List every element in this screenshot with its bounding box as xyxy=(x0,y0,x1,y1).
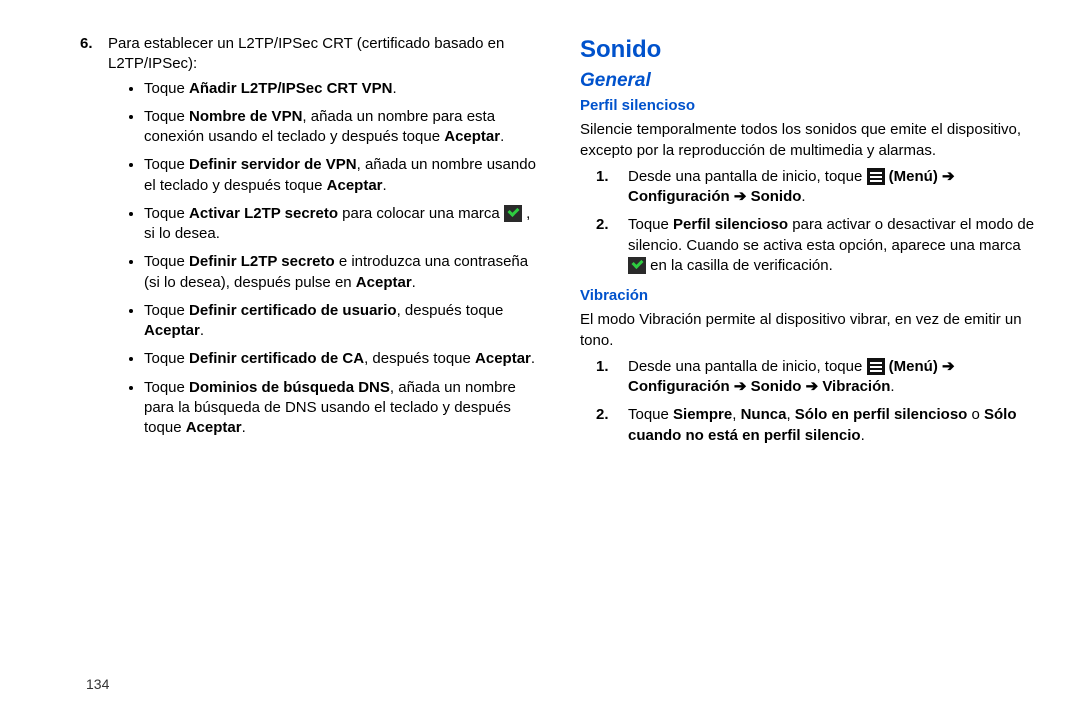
menu-icon xyxy=(867,168,885,185)
arrow-icon: ➔ xyxy=(734,188,747,205)
arrow-icon: ➔ xyxy=(806,378,819,395)
menu-icon xyxy=(867,358,885,375)
step-6: 6. Para establecer un L2TP/IPSec CRT (ce… xyxy=(80,34,540,446)
arrow-icon: ➔ xyxy=(942,168,955,185)
vibracion-desc: El modo Vibración permite al dispositivo… xyxy=(580,310,1040,351)
perfil-step-1: Desde una pantalla de inicio, toque (Men… xyxy=(624,167,1040,208)
vibracion-steps: Desde una pantalla de inicio, toque (Men… xyxy=(580,357,1040,446)
page-number: 134 xyxy=(86,676,109,692)
perfil-silencioso-steps: Desde una pantalla de inicio, toque (Men… xyxy=(580,167,1040,276)
bullet-4: Toque Activar L2TP secreto para colocar … xyxy=(144,204,540,245)
vibracion-step-2: Toque Siempre, Nunca, Sólo en perfil sil… xyxy=(624,405,1040,446)
bullet-7: Toque Definir certificado de CA, después… xyxy=(144,349,540,369)
bullet-5: Toque Definir L2TP secreto e introduzca … xyxy=(144,252,540,293)
bullet-3: Toque Definir servidor de VPN, añada un … xyxy=(144,155,540,196)
heading-perfil-silencioso: Perfil silencioso xyxy=(580,96,1040,116)
bullet-1: Toque Añadir L2TP/IPSec CRT VPN. xyxy=(144,79,540,99)
heading-vibracion: Vibración xyxy=(580,286,1040,306)
arrow-icon: ➔ xyxy=(942,358,955,375)
checkmark-icon xyxy=(504,205,522,222)
bullet-8: Toque Dominios de búsqueda DNS, añada un… xyxy=(144,378,540,439)
perfil-silencioso-desc: Silencie temporalmente todos los sonidos… xyxy=(580,120,1040,161)
bullet-2: Toque Nombre de VPN, añada un nombre par… xyxy=(144,107,540,148)
heading-general: General xyxy=(580,68,1040,94)
bullet-6: Toque Definir certificado de usuario, de… xyxy=(144,301,540,342)
step-6-lead: Para establecer un L2TP/IPSec CRT (certi… xyxy=(108,35,504,72)
checkmark-icon xyxy=(628,257,646,274)
step-number: 6. xyxy=(80,34,108,446)
perfil-step-2: Toque Perfil silencioso para activar o d… xyxy=(624,215,1040,276)
bullet-list: Toque Añadir L2TP/IPSec CRT VPN. Toque N… xyxy=(108,79,540,439)
heading-sonido: Sonido xyxy=(580,34,1040,66)
arrow-icon: ➔ xyxy=(734,378,747,395)
vibracion-step-1: Desde una pantalla de inicio, toque (Men… xyxy=(624,357,1040,398)
